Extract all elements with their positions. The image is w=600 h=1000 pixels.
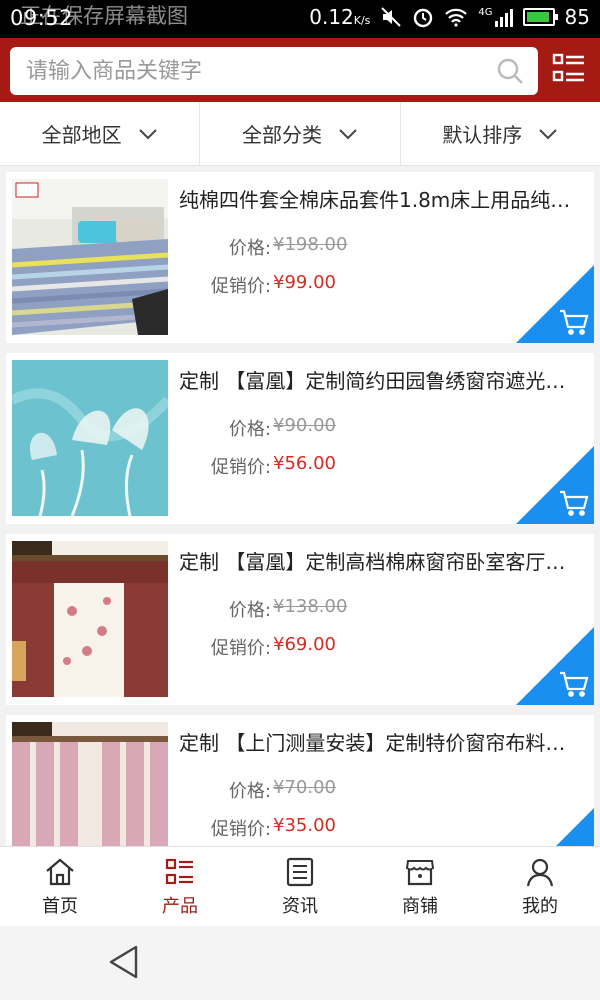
nav-products[interactable]: 产品 bbox=[120, 847, 240, 926]
original-price: ¥198.00 bbox=[273, 234, 348, 255]
status-bar: 09:52 正在保存屏幕截图 0.12K/s 4G 85 bbox=[0, 0, 600, 38]
product-list[interactable]: 纯棉四件套全棉床品套件1.8m床上用品纯棉四件套 价格: ¥198.00 促销价… bbox=[0, 166, 600, 846]
filter-bar: 全部地区 全部分类 默认排序 bbox=[0, 102, 600, 166]
promo-price-row: 促销价: ¥69.00 bbox=[179, 634, 479, 660]
original-price: ¥138.00 bbox=[273, 596, 348, 617]
promo-price-row: 促销价: ¥56.00 bbox=[179, 453, 479, 479]
product-image[interactable] bbox=[12, 179, 168, 335]
promo-label: 促销价: bbox=[210, 457, 271, 478]
nav-home[interactable]: 首页 bbox=[0, 847, 120, 926]
price-label: 价格: bbox=[228, 600, 271, 621]
chevron-down-icon bbox=[339, 128, 357, 139]
product-title[interactable]: 定制 【富凰】定制高档棉麻窗帘卧室客厅遮光 bbox=[179, 546, 584, 575]
product-card[interactable]: 定制 【富凰】定制简约田园鲁绣窗帘遮光布料 价格: ¥90.00 促销价: ¥5… bbox=[6, 353, 594, 524]
filter-sort-label: 默认排序 bbox=[442, 123, 523, 147]
filter-sort[interactable]: 默认排序 bbox=[401, 102, 600, 165]
add-to-cart-button[interactable] bbox=[516, 265, 594, 343]
bottom-nav: 首页 产品 资讯 商铺 我的 bbox=[0, 846, 600, 926]
product-title[interactable]: 定制 【富凰】定制简约田园鲁绣窗帘遮光布料 bbox=[179, 365, 584, 394]
back-icon[interactable] bbox=[108, 944, 140, 980]
nav-home-label: 首页 bbox=[42, 896, 78, 917]
alarm-icon bbox=[414, 8, 433, 28]
add-to-cart-button[interactable] bbox=[516, 446, 594, 524]
search-input[interactable] bbox=[10, 47, 480, 95]
product-card[interactable]: 定制 【富凰】定制高档棉麻窗帘卧室客厅遮光 价格: ¥138.00 促销价: ¥… bbox=[6, 534, 594, 705]
home-icon bbox=[46, 858, 74, 886]
promo-price: ¥69.00 bbox=[273, 634, 336, 655]
chevron-down-icon bbox=[138, 128, 157, 139]
promo-label: 促销价: bbox=[210, 819, 271, 840]
nav-products-label: 产品 bbox=[162, 896, 198, 917]
promo-price: ¥56.00 bbox=[273, 453, 336, 474]
product-title[interactable]: 定制 【上门测量安装】定制特价窗帘布料成品 bbox=[179, 727, 584, 756]
chevron-down-icon bbox=[539, 128, 558, 139]
filter-category-label: 全部分类 bbox=[241, 123, 322, 147]
promo-label: 促销价: bbox=[210, 638, 271, 659]
original-price: ¥90.00 bbox=[273, 415, 336, 436]
nav-store-label: 商铺 bbox=[402, 896, 438, 917]
search-icon[interactable] bbox=[496, 57, 524, 85]
user-icon bbox=[526, 858, 554, 887]
price-label: 价格: bbox=[228, 419, 271, 440]
promo-price: ¥99.00 bbox=[273, 272, 336, 293]
search-box[interactable] bbox=[10, 47, 538, 95]
promo-price-row: 促销价: ¥99.00 bbox=[179, 272, 479, 298]
product-image[interactable] bbox=[12, 541, 168, 697]
nav-news[interactable]: 资讯 bbox=[240, 847, 360, 926]
product-image[interactable] bbox=[12, 722, 168, 846]
add-to-cart-button[interactable] bbox=[516, 627, 594, 705]
price-label: 价格: bbox=[228, 238, 271, 259]
original-price-row: 价格: ¥70.00 bbox=[179, 777, 479, 803]
battery-percent: 85 bbox=[564, 5, 590, 29]
product-image[interactable] bbox=[12, 360, 168, 516]
product-card[interactable]: 纯棉四件套全棉床品套件1.8m床上用品纯棉四件套 价格: ¥198.00 促销价… bbox=[6, 172, 594, 343]
nav-mine[interactable]: 我的 bbox=[480, 847, 600, 926]
battery-icon bbox=[522, 8, 558, 26]
cell-signal-icon: 4G bbox=[478, 7, 513, 27]
mute-icon bbox=[381, 7, 402, 27]
add-to-cart-button[interactable] bbox=[516, 808, 594, 846]
product-card[interactable]: 定制 【上门测量安装】定制特价窗帘布料成品 价格: ¥70.00 促销价: ¥3… bbox=[6, 715, 594, 846]
wifi-icon bbox=[445, 8, 468, 27]
promo-price-row: 促销价: ¥35.00 bbox=[179, 815, 479, 841]
store-icon bbox=[405, 860, 435, 886]
nav-store[interactable]: 商铺 bbox=[360, 847, 480, 926]
filter-region[interactable]: 全部地区 bbox=[0, 102, 201, 165]
product-list-icon bbox=[165, 858, 193, 885]
status-icons: 0.12K/s 4G 85 bbox=[309, 5, 590, 29]
category-menu-icon[interactable] bbox=[552, 52, 586, 86]
net-speed: 0.12K/s bbox=[309, 5, 371, 29]
nav-mine-label: 我的 bbox=[522, 896, 558, 917]
original-price-row: 价格: ¥138.00 bbox=[179, 596, 479, 622]
nav-news-label: 资讯 bbox=[282, 896, 318, 917]
promo-price: ¥35.00 bbox=[273, 815, 336, 836]
news-icon bbox=[286, 857, 314, 887]
product-title[interactable]: 纯棉四件套全棉床品套件1.8m床上用品纯棉四件套 bbox=[179, 184, 584, 213]
system-nav-bar bbox=[0, 926, 600, 1000]
filter-region-label: 全部地区 bbox=[41, 123, 122, 147]
filter-category[interactable]: 全部分类 bbox=[200, 102, 401, 165]
original-price: ¥70.00 bbox=[273, 777, 336, 798]
app-header bbox=[0, 38, 600, 102]
price-label: 价格: bbox=[228, 781, 271, 802]
original-price-row: 价格: ¥198.00 bbox=[179, 234, 479, 260]
screenshot-toast-text: 正在保存屏幕截图 bbox=[20, 4, 188, 28]
promo-label: 促销价: bbox=[210, 276, 271, 297]
original-price-row: 价格: ¥90.00 bbox=[179, 415, 479, 441]
